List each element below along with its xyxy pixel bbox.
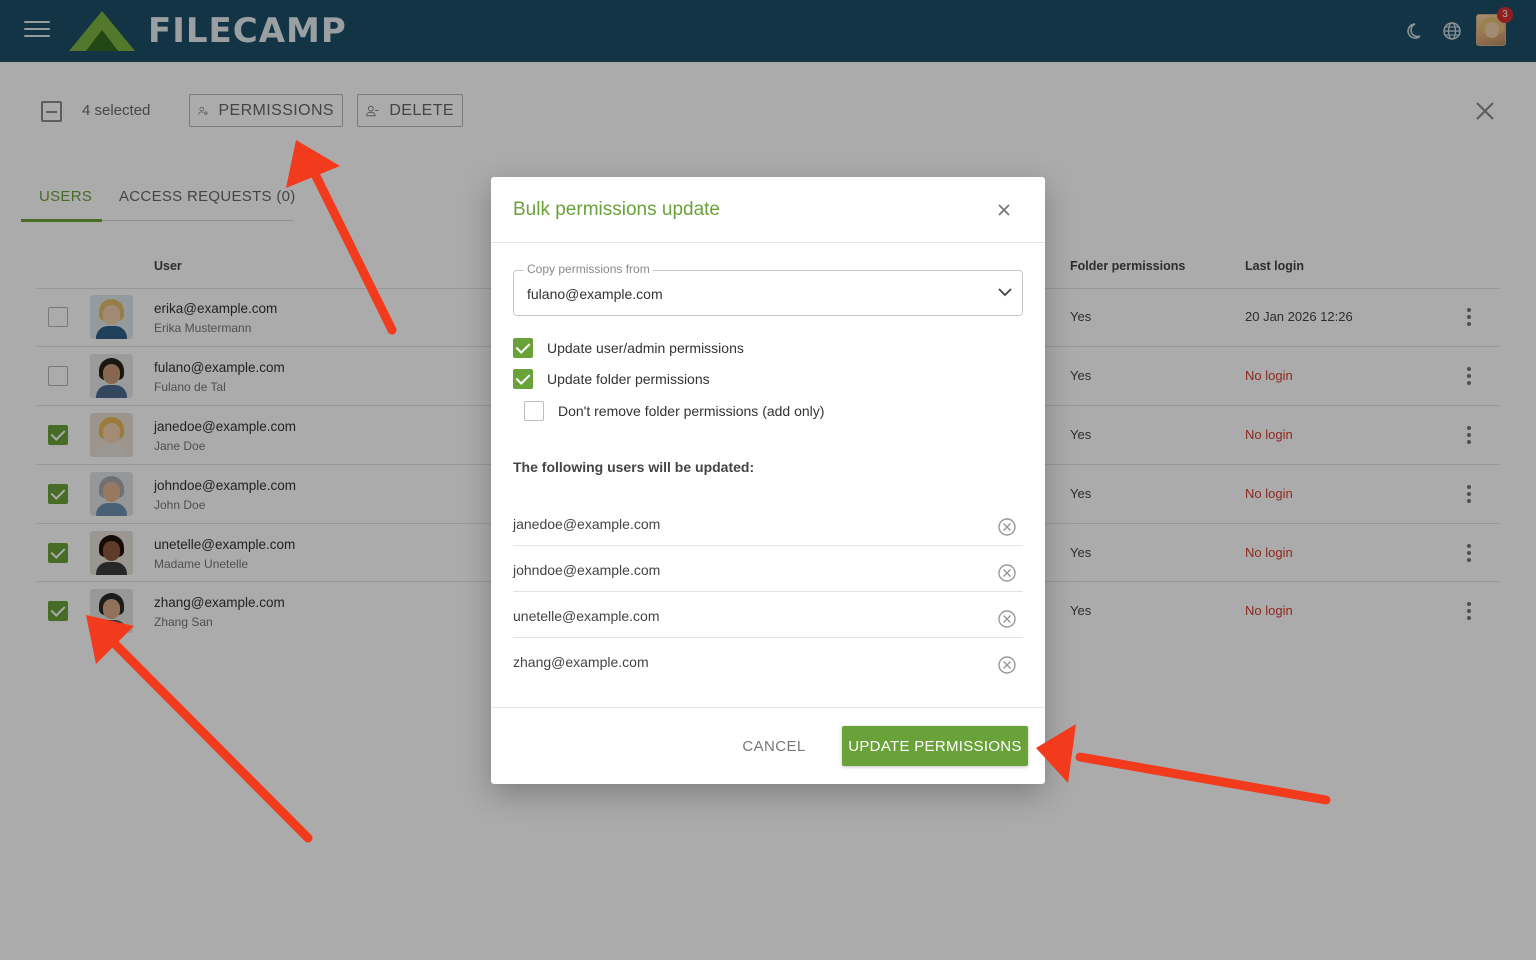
update-user-email: unetelle@example.com <box>513 608 660 624</box>
remove-circle-icon[interactable] <box>997 563 1017 583</box>
update-user-admin-label: Update user/admin permissions <box>547 340 744 356</box>
dialog-title: Bulk permissions update <box>513 199 720 220</box>
update-user-email: johndoe@example.com <box>513 562 661 578</box>
list-divider <box>513 637 1023 638</box>
copy-permissions-label: Copy permissions from <box>524 262 653 276</box>
add-only-checkbox[interactable] <box>524 401 544 421</box>
list-item: janedoe@example.com <box>513 503 1023 549</box>
update-folder-permissions-label: Update folder permissions <box>547 371 710 387</box>
update-user-email: janedoe@example.com <box>513 516 661 532</box>
users-to-update-heading: The following users will be updated: <box>513 459 755 475</box>
list-item: zhang@example.com <box>513 641 1023 687</box>
chevron-down-icon <box>998 288 1012 297</box>
remove-circle-icon[interactable] <box>997 609 1017 629</box>
list-divider <box>513 545 1023 546</box>
list-item: unetelle@example.com <box>513 595 1023 641</box>
list-item: johndoe@example.com <box>513 549 1023 595</box>
dialog-header-divider <box>491 242 1045 243</box>
bulk-permissions-dialog: Bulk permissions update fulano@example.c… <box>491 177 1045 784</box>
update-user-email: zhang@example.com <box>513 654 649 670</box>
add-only-label: Don't remove folder permissions (add onl… <box>558 403 825 419</box>
remove-circle-icon[interactable] <box>997 655 1017 675</box>
cancel-button[interactable]: CANCEL <box>732 726 816 766</box>
remove-circle-icon[interactable] <box>997 517 1017 537</box>
update-user-admin-checkbox[interactable] <box>513 338 533 358</box>
list-divider <box>513 591 1023 592</box>
close-icon[interactable] <box>995 201 1013 219</box>
dialog-footer-divider <box>491 707 1045 708</box>
copy-permissions-select[interactable]: fulano@example.com <box>513 270 1023 316</box>
copy-permissions-value: fulano@example.com <box>527 286 663 302</box>
update-permissions-button[interactable]: UPDATE PERMISSIONS <box>842 726 1028 766</box>
update-folder-permissions-checkbox[interactable] <box>513 369 533 389</box>
